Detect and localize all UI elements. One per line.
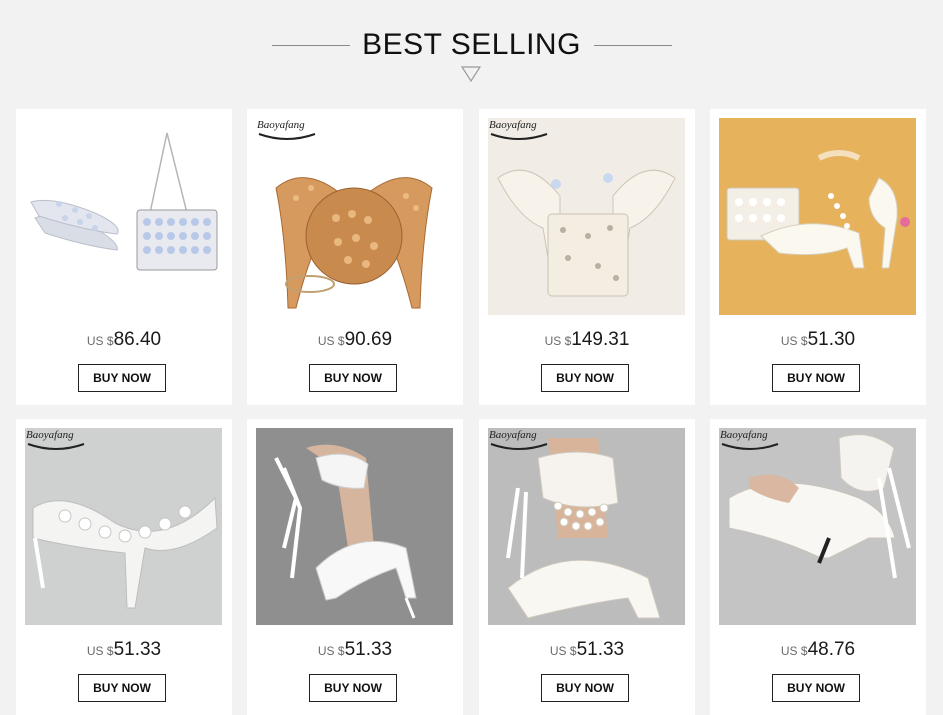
product-image[interactable] bbox=[256, 118, 453, 315]
price-value: 51.33 bbox=[344, 639, 393, 660]
product-card[interactable]: Baoyafang US $90.69 BUY NOW bbox=[247, 109, 463, 405]
currency-label: US $ bbox=[544, 334, 572, 348]
currency-label: US $ bbox=[317, 334, 345, 348]
best-selling-header: BEST SELLING bbox=[0, 0, 943, 100]
product-card[interactable]: Baoyafang US $51.33 BUY NOW bbox=[16, 419, 232, 715]
product-image[interactable] bbox=[25, 428, 222, 625]
price-value: 90.69 bbox=[344, 329, 393, 350]
price-value: 149.31 bbox=[571, 329, 630, 350]
buy-now-button[interactable]: BUY NOW bbox=[78, 364, 166, 392]
product-price: US $51.33 bbox=[16, 639, 232, 661]
buy-now-button[interactable]: BUY NOW bbox=[541, 364, 629, 392]
product-price: US $90.69 bbox=[247, 329, 463, 351]
currency-label: US $ bbox=[86, 334, 114, 348]
brand-smile-icon bbox=[258, 133, 316, 140]
brand-smile-icon bbox=[27, 443, 85, 450]
product-image[interactable] bbox=[719, 118, 916, 315]
buy-now-button[interactable]: BUY NOW bbox=[309, 364, 397, 392]
brand-logo: Baoyafang bbox=[489, 119, 549, 142]
product-card[interactable]: US $51.33 BUY NOW bbox=[247, 419, 463, 715]
product-price: US $51.33 bbox=[247, 639, 463, 661]
buy-now-button[interactable]: BUY NOW bbox=[309, 674, 397, 702]
product-image[interactable] bbox=[256, 428, 453, 625]
price-value: 51.33 bbox=[113, 639, 162, 660]
brand-name: Baoyafang bbox=[26, 429, 74, 441]
brand-logo: Baoyafang bbox=[489, 429, 549, 452]
brand-name: Baoyafang bbox=[257, 119, 305, 131]
currency-label: US $ bbox=[780, 334, 808, 348]
product-price: US $51.33 bbox=[479, 639, 695, 661]
product-card[interactable]: Baoyafang US $149.31 BUY NOW bbox=[479, 109, 695, 405]
price-value: 51.33 bbox=[576, 639, 625, 660]
section-title: BEST SELLING bbox=[362, 28, 581, 61]
down-triangle-icon bbox=[461, 66, 481, 82]
brand-name: Baoyafang bbox=[489, 429, 537, 441]
currency-label: US $ bbox=[549, 644, 577, 658]
buy-now-button[interactable]: BUY NOW bbox=[772, 674, 860, 702]
product-price: US $86.40 bbox=[16, 329, 232, 351]
product-card[interactable]: US $51.30 BUY NOW bbox=[710, 109, 926, 405]
price-value: 48.76 bbox=[807, 639, 856, 660]
product-price: US $51.30 bbox=[710, 329, 926, 351]
header-divider-right bbox=[594, 45, 672, 46]
product-price: US $48.76 bbox=[710, 639, 926, 661]
product-price: US $149.31 bbox=[479, 329, 695, 351]
product-image[interactable] bbox=[488, 428, 685, 625]
brand-smile-icon bbox=[721, 443, 779, 450]
brand-name: Baoyafang bbox=[720, 429, 768, 441]
product-image[interactable] bbox=[488, 118, 685, 315]
brand-logo: Baoyafang bbox=[26, 429, 86, 452]
brand-logo: Baoyafang bbox=[257, 119, 317, 142]
brand-smile-icon bbox=[490, 443, 548, 450]
product-image[interactable] bbox=[25, 118, 222, 315]
product-card[interactable]: Baoyafang US $48.76 BUY NOW bbox=[710, 419, 926, 715]
brand-name: Baoyafang bbox=[489, 119, 537, 131]
currency-label: US $ bbox=[780, 644, 808, 658]
brand-logo: Baoyafang bbox=[720, 429, 780, 452]
product-card[interactable]: US $86.40 BUY NOW bbox=[16, 109, 232, 405]
brand-smile-icon bbox=[490, 133, 548, 140]
currency-label: US $ bbox=[317, 644, 345, 658]
price-value: 86.40 bbox=[113, 329, 162, 350]
currency-label: US $ bbox=[86, 644, 114, 658]
product-card[interactable]: Baoyafang US $51.33 BUY NOW bbox=[479, 419, 695, 715]
price-value: 51.30 bbox=[807, 329, 856, 350]
buy-now-button[interactable]: BUY NOW bbox=[78, 674, 166, 702]
buy-now-button[interactable]: BUY NOW bbox=[772, 364, 860, 392]
buy-now-button[interactable]: BUY NOW bbox=[541, 674, 629, 702]
product-image[interactable] bbox=[719, 428, 916, 625]
